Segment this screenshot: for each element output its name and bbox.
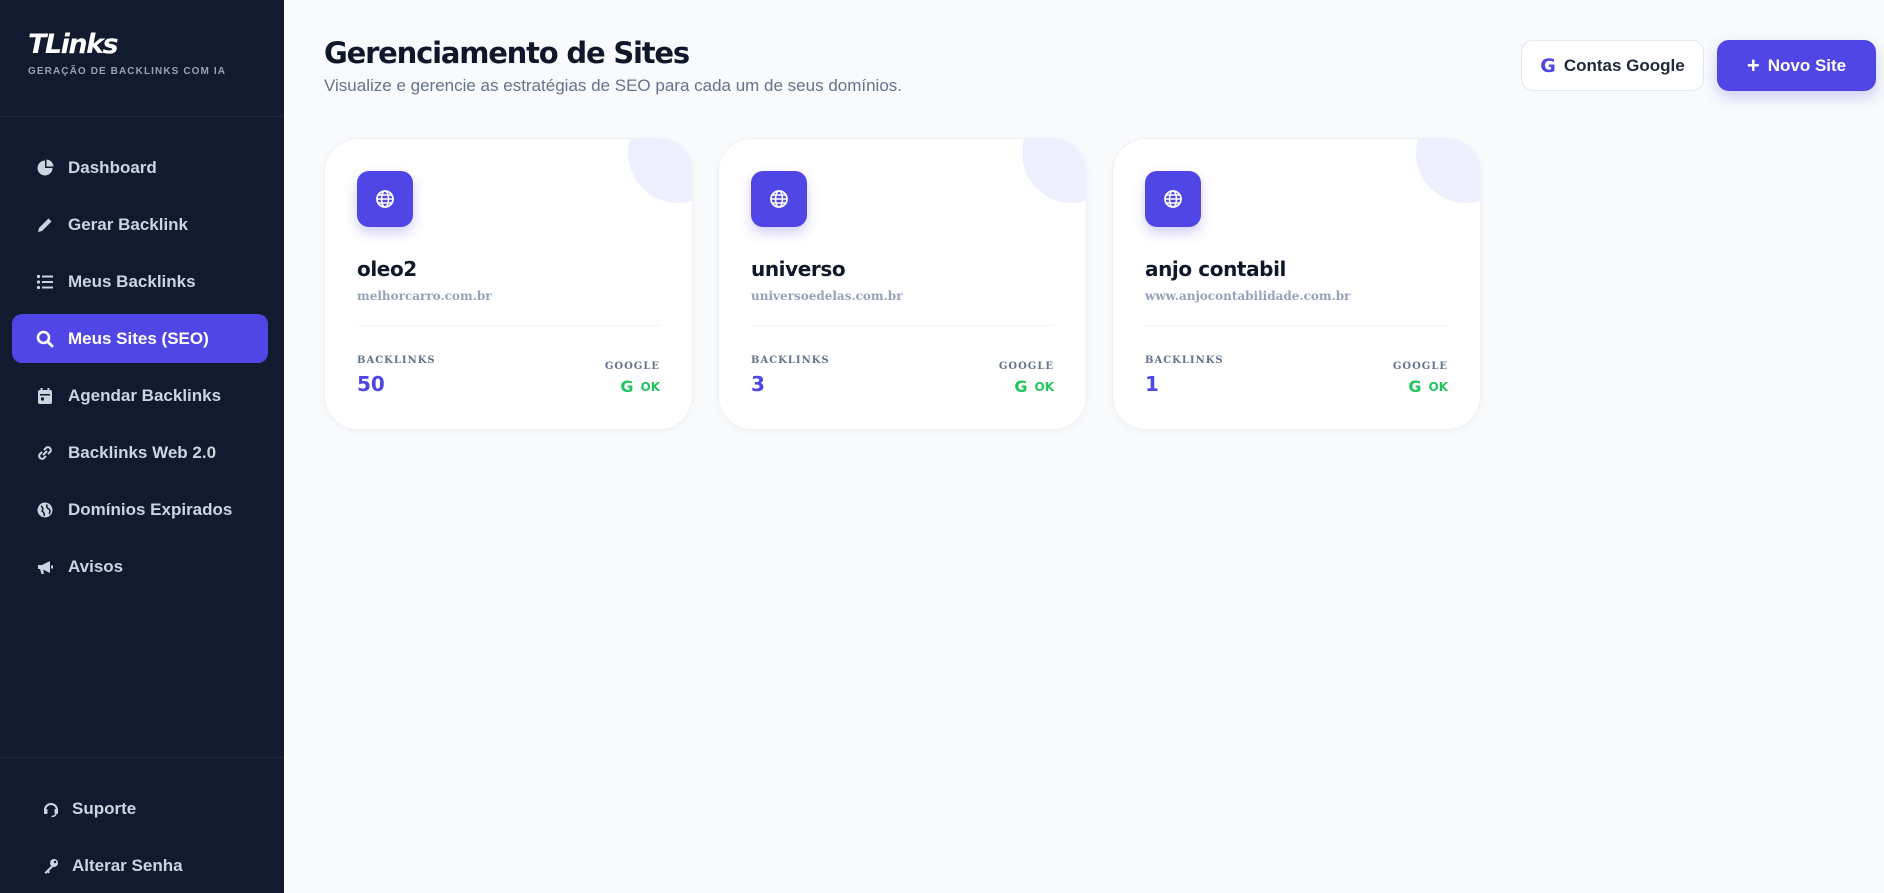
sidebar-item-label: Gerar Backlink: [68, 214, 189, 234]
google-icon: G: [1540, 54, 1556, 77]
google-label: GOOGLE: [1392, 361, 1448, 372]
google-accounts-button[interactable]: G Contas Google: [1521, 40, 1704, 91]
sidebar-item-alterar-senha[interactable]: Alterar Senha: [12, 844, 268, 888]
headset-icon: [44, 803, 58, 818]
sidebar-item-label: Dashboard: [68, 157, 157, 177]
site-domain: universoedelas.com.br: [751, 289, 903, 303]
sidebar-item-label: Alterar Senha: [72, 856, 183, 875]
sidebar-item-meus-sites[interactable]: Meus Sites (SEO): [12, 314, 268, 363]
google-status: G OK: [1408, 377, 1448, 396]
google-status-text: OK: [640, 379, 661, 394]
key-icon: [44, 859, 58, 874]
site-name: anjo contabil: [1145, 257, 1287, 281]
backlinks-label: BACKLINKS: [1145, 355, 1224, 366]
site-card[interactable]: oleo2 melhorcarro.com.br BACKLINKS 50 GO…: [324, 138, 693, 430]
sidebar-item-avisos[interactable]: Avisos: [12, 542, 268, 591]
brand-tagline: GERAÇÃO DE BACKLINKS COM IA: [28, 66, 227, 77]
sidebar-item-suporte[interactable]: Suporte: [12, 787, 268, 831]
backlinks-count: 3: [751, 372, 765, 396]
globe-icon: [37, 502, 53, 517]
new-site-label: Novo Site: [1767, 55, 1847, 75]
sidebar-item-backlinks-web20[interactable]: Backlinks Web 2.0: [12, 428, 268, 477]
sidebar-item-gerar-backlink[interactable]: Gerar Backlink: [12, 200, 268, 249]
google-icon: G: [620, 377, 634, 396]
backlinks-count: 50: [357, 372, 385, 396]
new-site-button[interactable]: + Novo Site: [1717, 40, 1876, 91]
pie-chart-icon: [37, 159, 54, 175]
list-icon: [36, 274, 53, 289]
card-divider: [751, 325, 1054, 326]
sidebar-divider-bottom: [0, 757, 284, 758]
sidebar-item-label: Avisos: [68, 556, 124, 576]
backlinks-label: BACKLINKS: [357, 355, 436, 366]
google-status-text: OK: [1428, 379, 1449, 394]
sidebar-item-label: Domínios Expirados: [68, 499, 233, 519]
site-icon: [1145, 171, 1201, 227]
sidebar-item-label: Suporte: [72, 799, 137, 818]
site-icon: [751, 171, 807, 227]
backlinks-label: BACKLINKS: [751, 355, 830, 366]
brand[interactable]: TLinks GERAÇÃO DE BACKLINKS COM IA: [28, 28, 226, 77]
google-icon: G: [1408, 377, 1422, 396]
sidebar-item-agendar-backlinks[interactable]: Agendar Backlinks: [12, 371, 268, 420]
card-decoration: [628, 139, 692, 203]
site-icon: [357, 171, 413, 227]
site-card[interactable]: universo universoedelas.com.br BACKLINKS…: [718, 138, 1087, 430]
google-label: GOOGLE: [604, 361, 660, 372]
globe-icon: [1164, 190, 1182, 208]
brand-logo[interactable]: TLinks: [28, 28, 226, 62]
pencil-icon: [38, 218, 52, 232]
sidebar-divider-top: [0, 116, 284, 117]
google-accounts-label: Contas Google: [1563, 55, 1685, 75]
site-domain: www.anjocontabilidade.com.br: [1145, 289, 1351, 303]
globe-icon: [770, 190, 788, 208]
search-icon: [36, 330, 54, 347]
card-decoration: [1022, 139, 1086, 203]
globe-icon: [376, 190, 394, 208]
google-status: G OK: [1014, 377, 1054, 396]
card-decoration: [1416, 139, 1480, 203]
site-card[interactable]: anjo contabil www.anjocontabilidade.com.…: [1112, 138, 1481, 430]
sidebar: TLinks GERAÇÃO DE BACKLINKS COM IA Dashb…: [0, 0, 284, 893]
sidebar-item-label: Agendar Backlinks: [68, 385, 222, 405]
link-icon: [38, 445, 52, 460]
sidebar-item-label: Meus Backlinks: [68, 271, 196, 291]
backlinks-count: 1: [1145, 372, 1159, 396]
megaphone-icon: [38, 560, 53, 574]
google-label: GOOGLE: [998, 361, 1054, 372]
sidebar-item-dominios-expirados[interactable]: Domínios Expirados: [12, 485, 268, 534]
sidebar-item-label: Meus Sites (SEO): [68, 328, 209, 348]
site-domain: melhorcarro.com.br: [357, 289, 492, 303]
sidebar-item-label: Backlinks Web 2.0: [68, 442, 217, 462]
google-icon: G: [1014, 377, 1028, 396]
plus-icon: +: [1746, 52, 1760, 78]
card-divider: [357, 325, 660, 326]
card-divider: [1145, 325, 1448, 326]
page-title: Gerenciamento de Sites: [324, 36, 690, 70]
calendar-icon: [38, 387, 52, 404]
site-name: oleo2: [357, 257, 417, 281]
page-subtitle: Visualize e gerencie as estratégias de S…: [324, 76, 903, 95]
google-status-text: OK: [1034, 379, 1055, 394]
site-name: universo: [751, 257, 846, 281]
sidebar-item-dashboard[interactable]: Dashboard: [12, 143, 268, 192]
google-status: G OK: [620, 377, 660, 396]
sidebar-item-meus-backlinks[interactable]: Meus Backlinks: [12, 257, 268, 306]
